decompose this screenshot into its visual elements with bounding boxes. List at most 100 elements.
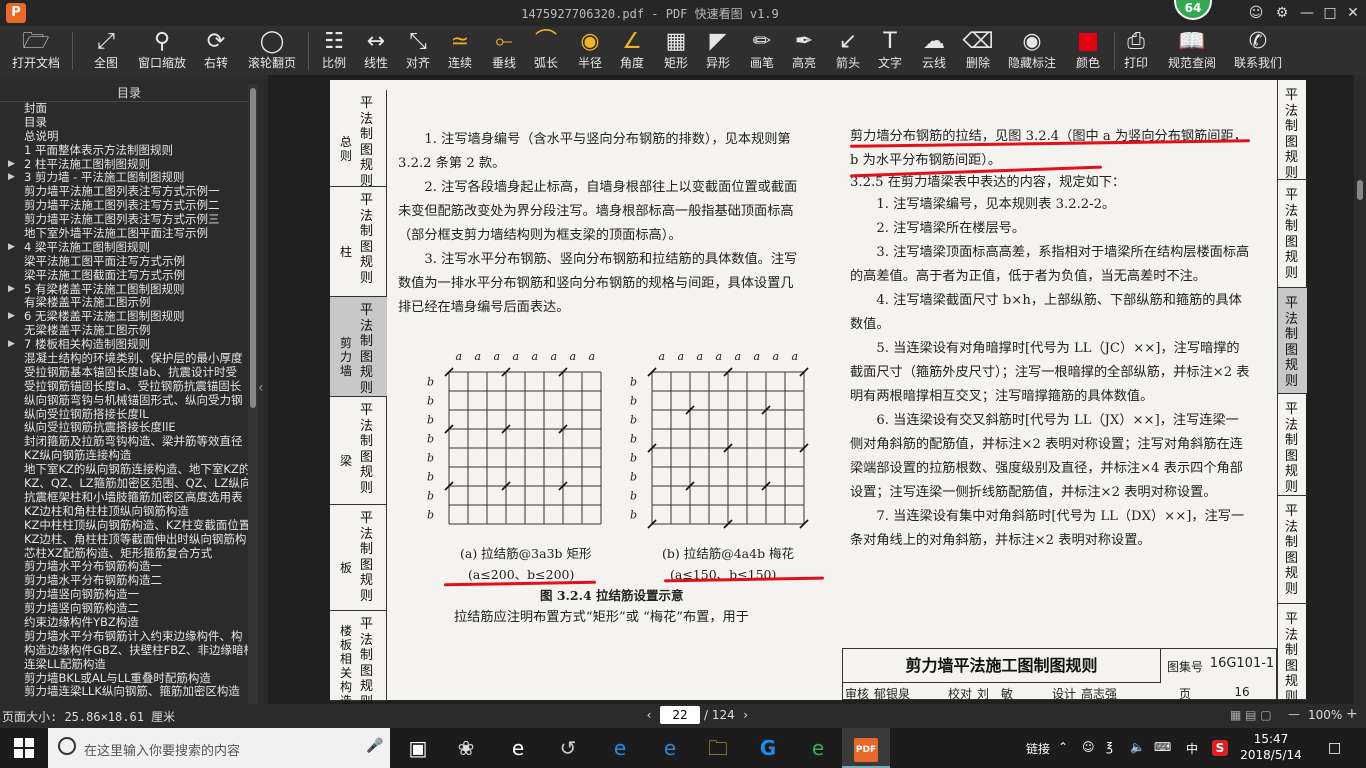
align-measure-button[interactable]: ⤡ 对齐 [400, 28, 436, 73]
print-button[interactable]: ⎙ 打印 [1118, 28, 1154, 73]
toc-item[interactable]: 目录 [0, 116, 248, 130]
rotate-right-button[interactable]: ⟳ 右转 [196, 28, 236, 73]
view-mode-icons[interactable]: ▦ ▤ ▢ [1230, 708, 1272, 722]
section-tab[interactable]: 平法制图规则 [1278, 180, 1307, 288]
settings-icon[interactable]: ⚙ [1272, 3, 1292, 23]
toc-item[interactable]: 剪力墙水平分布钢筋构造一 [0, 560, 248, 574]
toc-item[interactable]: 有梁楼盖平法施工图示例 [0, 296, 248, 310]
cloud-line-button[interactable]: ☁ 云线 [916, 28, 952, 73]
microphone-icon[interactable]: 🎤 [366, 738, 383, 754]
radius-button[interactable]: ◉ 半径 [572, 28, 608, 73]
toc-item[interactable]: 剪力墙BKL或AL与LL重叠时配筋构造 [0, 672, 248, 686]
toc-item[interactable]: KZ纵向钢筋连接构造 [0, 449, 248, 463]
toc-item[interactable]: 梁平法施工图截面注写方式示例 [0, 269, 248, 283]
collapse-sidebar-icon[interactable]: ‹ [258, 380, 268, 400]
toc-item[interactable]: 总说明 [0, 130, 248, 144]
toc-item[interactable]: 抗震框架柱和小墙肢箍筋加密区高度选用表 [0, 491, 248, 505]
expand-arrow-icon[interactable]: ▶ [8, 158, 15, 172]
toc-item[interactable]: 地下室KZ的纵向钢筋连接构造、地下室KZ的 [0, 463, 248, 477]
toc-item[interactable]: 剪力墙水平分布钢筋构造二 [0, 574, 248, 588]
toc-item[interactable]: 封面 [0, 102, 248, 116]
section-tab[interactable]: 平法制图规则 [1278, 288, 1307, 394]
toc-item[interactable]: 剪力墙竖向钢筋构造一 [0, 588, 248, 602]
ime-indicator[interactable]: 中 [1186, 740, 1198, 757]
toc-item[interactable]: ▶ 7 楼板相关构造制图规则 [0, 338, 248, 352]
edge-icon[interactable]: e [596, 728, 644, 768]
text-button[interactable]: T 文字 [872, 28, 908, 73]
toc-item[interactable]: 芯柱XZ配筋构造、矩形箍筋复合方式 [0, 547, 248, 561]
expand-arrow-icon[interactable]: ▶ [8, 283, 15, 297]
g-app-icon[interactable]: G [744, 728, 792, 768]
arc-length-button[interactable]: ⌒ 弧长 [528, 28, 564, 73]
toc-item[interactable]: 剪力墙竖向钢筋构造二 [0, 602, 248, 616]
toc-item[interactable]: 连梁LL配筋构造 [0, 658, 248, 672]
section-tab[interactable]: 平法制图规则 [1278, 80, 1307, 181]
link-label[interactable]: 链接 [1026, 740, 1050, 757]
toc-item[interactable]: 剪力墙平法施工图列表注写方式示例三 [0, 213, 248, 227]
green-browser-icon[interactable]: e [794, 728, 842, 768]
page-number-input[interactable]: 22 [660, 706, 700, 724]
toc-item[interactable]: 剪力墙水平分布钢筋计入约束边缘构件、构 [0, 630, 248, 644]
section-tab[interactable]: 平法制图规则板 [330, 505, 387, 611]
toc-item[interactable]: KZ边柱和角柱柱顶纵向钢筋构造 [0, 505, 248, 519]
document-scroll-thumb[interactable] [1357, 180, 1363, 200]
window-zoom-button[interactable]: ⚲ 窗口缩放 [134, 28, 190, 73]
toc-item[interactable]: 地下室外墙平法施工图平面注写示例 [0, 227, 248, 241]
pdf-viewer-taskbar-icon[interactable]: PDF [842, 728, 890, 768]
open-document-button[interactable]: 🗁 打开文档 [6, 28, 66, 73]
section-tab[interactable]: 平法制图规则柱 [330, 187, 387, 297]
linear-measure-button[interactable]: ↔ 线性 [358, 28, 394, 73]
toc-scrollbar[interactable] [248, 84, 258, 704]
fit-all-button[interactable]: ⤢ 全图 [84, 28, 128, 73]
section-tab[interactable]: 平法制图规则 楼板相关构造 [330, 611, 387, 710]
document-viewport[interactable]: 平法制图规则 总则 平法制图规则柱平法制图规则 剪力墙 平法制图规则梁平法制图规则板平法… [268, 75, 1354, 710]
toc-item[interactable]: 受拉钢筋锚固长度la、受拉钢筋抗震锚固长 [0, 380, 248, 394]
color-button[interactable]: 颜色 [1068, 28, 1108, 73]
toc-item[interactable]: 混凝土结构的环境类别、保护层的最小厚度 [0, 352, 248, 366]
toc-item[interactable]: 受拉钢筋基本锚固长度lab、抗震设计时受 [0, 366, 248, 380]
taskbar-search-input[interactable]: 在这里输入你要搜索的内容 🎤 [48, 728, 390, 768]
toc-item[interactable]: ▶ 2 柱平法施工图制图规则 [0, 158, 248, 172]
toc-item[interactable]: ▶ 3 剪力墙 - 平法施工图制图规则 [0, 171, 248, 185]
section-tab[interactable]: 平法制图规则梁 [330, 397, 387, 505]
freeform-button[interactable]: ◤ 异形 [700, 28, 736, 73]
toc-scroll-thumb[interactable] [250, 88, 256, 408]
close-button[interactable]: ✕ [1343, 3, 1363, 23]
ie-icon[interactable]: e [646, 728, 694, 768]
task-view-icon[interactable]: ▣ [394, 728, 442, 768]
user-icon[interactable]: ☺ [1246, 3, 1266, 23]
toc-item[interactable]: 纵向受拉钢筋搭接长度lL [0, 408, 248, 422]
toc-item[interactable]: 1 平面整体表示方法制图规则 [0, 144, 248, 158]
toc-item[interactable]: 梁平法施工图平面注写方式示例 [0, 255, 248, 269]
section-tab[interactable]: 平法制图规则 [1278, 496, 1307, 604]
expand-arrow-icon[interactable]: ▶ [8, 241, 15, 255]
highlight-button[interactable]: ✒ 高亮 [786, 28, 822, 73]
spec-lookup-button[interactable]: 📖 规范查阅 [1162, 28, 1222, 73]
notification-icon[interactable]: □ [1328, 740, 1341, 756]
toc-item[interactable]: 纵向受拉钢筋抗震搭接长度llE [0, 421, 248, 435]
volume-icon[interactable]: 🔈 [1130, 740, 1145, 754]
toc-item[interactable]: ▶ 5 有梁楼盖平法施工图制图规则 [0, 283, 248, 297]
scale-button[interactable]: ☷ 比例 [316, 28, 352, 73]
toc-item[interactable]: 无梁楼盖平法施工图示例 [0, 324, 248, 338]
section-tab[interactable]: 平法制图规则 [1278, 604, 1307, 705]
windows-start-icon[interactable] [14, 738, 34, 758]
contact-us-button[interactable]: ✆ 联系我们 [1228, 28, 1288, 73]
keyboard-icon[interactable]: ⌨ [1154, 740, 1171, 754]
browser-e-icon[interactable]: e [494, 728, 542, 768]
toc-item[interactable]: KZ中柱柱顶纵向钢筋构造、KZ柱变截面位置 [0, 519, 248, 533]
toc-item[interactable]: KZ边柱、角柱柱顶等截面伸出时纵向钢筋构 [0, 533, 248, 547]
next-page-icon[interactable]: › [739, 708, 753, 722]
system-clock[interactable]: 15:47 2018/5/14 [1236, 731, 1306, 763]
minimize-button[interactable]: — [1297, 3, 1317, 23]
tray-up-icon[interactable]: ⌃ [1058, 740, 1068, 754]
toc-item[interactable]: ▶ 6 无梁楼盖平法施工图制图规则 [0, 310, 248, 324]
rectangle-button[interactable]: ▦ 矩形 [658, 28, 694, 73]
swirl-app-icon[interactable]: ↺ [544, 728, 592, 768]
expand-arrow-icon[interactable]: ▶ [8, 338, 15, 352]
toc-item[interactable]: 纵向钢筋弯钩与机械锚固形式、纵向受力钢 [0, 394, 248, 408]
expand-arrow-icon[interactable]: ▶ [8, 171, 15, 185]
delete-button[interactable]: ⌫ 删除 [958, 28, 998, 73]
section-tab[interactable]: 平法制图规则 剪力墙 [330, 297, 387, 397]
section-tab[interactable]: 平法制图规则 总则 [330, 90, 387, 189]
